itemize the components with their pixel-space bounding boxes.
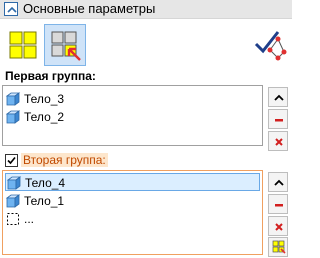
- panel-header: Основные параметры: [0, 0, 292, 19]
- group2-remove-button[interactable]: [268, 194, 288, 214]
- list-item-empty[interactable]: ...: [5, 210, 260, 228]
- minus-icon: [275, 204, 283, 207]
- group2-list[interactable]: Тело_4 Тело_1 ...: [2, 170, 263, 255]
- list-item-label: Тело_4: [25, 176, 66, 190]
- yellow-grid-icon: [9, 31, 37, 59]
- minus-icon: [275, 119, 283, 122]
- list-item[interactable]: Тело_3: [5, 90, 260, 108]
- grid-cursor-icon: [272, 240, 286, 254]
- list-item-label: ...: [24, 212, 35, 226]
- select-with-cursor-button[interactable]: [44, 24, 86, 66]
- panel-title: Основные параметры: [23, 1, 156, 16]
- cube-icon: [5, 194, 21, 208]
- group1-move-up-button[interactable]: [268, 87, 288, 107]
- graph-check-icon: [254, 31, 287, 61]
- list-item[interactable]: Тело_2: [5, 108, 260, 126]
- group2-label: Вторая группа:: [21, 153, 108, 167]
- list-item-label: Тело_1: [24, 194, 65, 208]
- dashed-square-icon: [7, 213, 19, 225]
- group1-list[interactable]: Тело_3 Тело_2: [2, 85, 263, 146]
- x-icon: [275, 223, 283, 231]
- chevron-up-icon: [7, 6, 17, 13]
- list-item-label: Тело_3: [24, 92, 65, 106]
- group2-checkbox[interactable]: [5, 154, 18, 167]
- x-icon: [275, 138, 283, 146]
- cube-icon: [6, 176, 22, 190]
- grid-cursor-icon: [51, 31, 81, 61]
- chevron-up-icon: [274, 179, 284, 186]
- group2-delete-button[interactable]: [268, 216, 288, 236]
- list-item-selected[interactable]: Тело_4: [5, 173, 260, 191]
- graph-check-button[interactable]: [248, 24, 290, 66]
- select-objects-button[interactable]: [2, 24, 44, 66]
- list-item[interactable]: Тело_1: [5, 192, 260, 210]
- group2-move-up-button[interactable]: [268, 172, 288, 192]
- list-item-label: Тело_2: [24, 110, 65, 124]
- collapse-button[interactable]: [4, 2, 18, 16]
- chevron-up-icon: [274, 94, 284, 101]
- group2-pick-button[interactable]: [268, 237, 288, 257]
- cube-icon: [5, 110, 21, 124]
- group1-remove-button[interactable]: [268, 109, 288, 129]
- group1-delete-button[interactable]: [268, 131, 288, 151]
- cube-icon: [5, 92, 21, 106]
- group1-label: Первая группа:: [5, 69, 96, 83]
- check-icon: [7, 156, 16, 165]
